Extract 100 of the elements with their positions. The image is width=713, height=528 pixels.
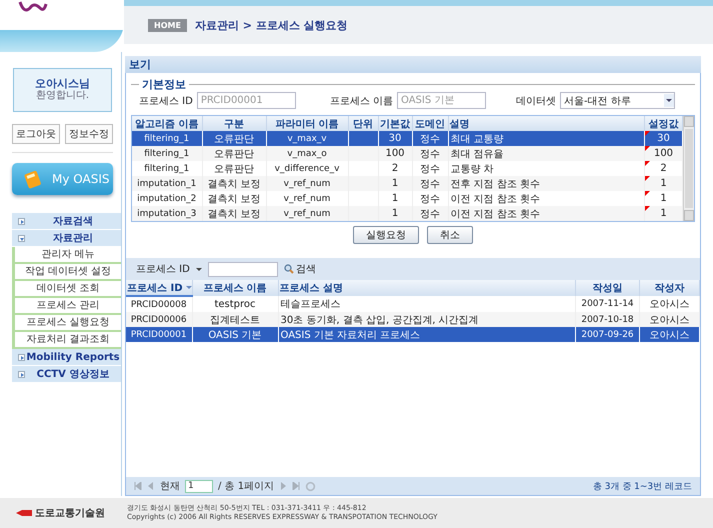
setting-value: 100 [654, 148, 674, 159]
caret-icon[interactable] [196, 268, 202, 270]
table-cell: filtering_1 [132, 146, 202, 161]
welcome-text: 환영합니다. [36, 90, 90, 102]
column-header[interactable]: 프로세스 이름 [192, 280, 278, 296]
submenu-item[interactable]: 자료처리 결과조회 [12, 332, 121, 349]
menu-item[interactable]: 자료관리 [12, 230, 121, 247]
column-header[interactable]: 알고리즘 이름 [132, 116, 202, 131]
previous-page-icon[interactable] [147, 482, 155, 490]
page-field[interactable]: 1 [185, 480, 213, 492]
account-button[interactable]: 로그아웃 [12, 124, 60, 144]
page-total: / 총 1페이지 [218, 480, 274, 493]
table-cell: 오류판단 [202, 131, 266, 146]
action-button[interactable]: 취소 [427, 226, 473, 244]
setting-value: 1 [660, 208, 667, 219]
table-row[interactable]: filtering_1 오류판단 v_max_v 30 정수 최대 교통량 30 [132, 131, 682, 146]
last-page-icon[interactable] [292, 482, 300, 490]
user-name: 오아시스님 [35, 78, 90, 90]
table-cell: 30 [378, 131, 412, 146]
column-header[interactable]: 작성자 [640, 280, 700, 296]
table-cell: 100 [378, 146, 412, 161]
column-header[interactable]: 단위 [348, 116, 378, 131]
table-cell: v_max_o [266, 146, 348, 161]
column-header[interactable]: 구분 [202, 116, 266, 131]
table-cell: 1 [378, 176, 412, 191]
submenu-item[interactable]: 데이터셋 조회 [12, 281, 121, 298]
field-label: 데이터셋 [516, 94, 556, 108]
search-field-label: 프로세스 ID [136, 263, 190, 276]
column-header[interactable]: 기본값 [378, 116, 412, 131]
table-cell: 결측치 보정 [202, 176, 266, 191]
logo-icon [16, 509, 32, 517]
submenu-item[interactable]: 관리자 메뉴 [12, 247, 121, 264]
setting-value: 30 [657, 133, 670, 144]
first-page-icon[interactable] [134, 482, 142, 490]
refresh-icon[interactable] [305, 480, 316, 492]
table-cell: v_ref_num [266, 176, 348, 191]
table-cell: PRCID00006 [126, 312, 192, 327]
table-cell: filtering_1 [132, 131, 202, 146]
table-cell: 집계테스트 [192, 312, 278, 327]
column-header[interactable]: 도메인 [412, 116, 448, 131]
table-cell: v_max_v [266, 131, 348, 146]
column-header[interactable]: 프로세스 설명 [278, 280, 576, 296]
expand-icon [18, 354, 25, 360]
table-cell: 오아시스 [640, 327, 700, 342]
search-field[interactable] [208, 262, 278, 276]
dataset-select[interactable]: 서울-대전 하루 [560, 92, 676, 109]
menu-item[interactable]: Mobility Reports [12, 349, 121, 366]
table-cell: PRCID00001 [126, 327, 192, 342]
next-page-icon[interactable] [279, 482, 288, 490]
table-cell: 전후 지점 참조 횟수 [448, 176, 644, 191]
setting-value: 2 [660, 163, 667, 174]
scrollbar[interactable] [683, 116, 694, 221]
page-label: 현재 [160, 480, 180, 493]
expand-icon [18, 370, 25, 378]
column-header[interactable]: 파라미터 이름 [266, 116, 348, 131]
table-row[interactable]: imputation_1 결측치 보정 v_ref_num 1 정수 전후 지점 참조 횟수 1 [132, 176, 682, 191]
table-cell: 정수 [412, 131, 448, 146]
field-label: 프로세스 이름 [330, 94, 394, 108]
expand-icon [18, 218, 25, 224]
submenu-item[interactable]: 프로세스 관리 [12, 298, 121, 315]
table-row[interactable]: PRCID00006 집계테스트 30초 동기화, 결측 삽입, 공간집계, 시간집계 2007-10-18 오아시스 [126, 312, 700, 327]
table-cell: 최대 교통량 [448, 131, 644, 146]
panel-title: 보기 [125, 56, 701, 73]
breadcrumb: 자료관리 > 프로세스 실행요청 [194, 18, 348, 32]
table-row[interactable]: imputation_3 결측치 보정 v_ref_num 1 정수 이전 지점 참조 횟수 1 [132, 206, 682, 221]
menu-item[interactable]: 자료검색 [12, 213, 121, 230]
record-summary: 총 3개 중 1~3번 레코드 [592, 480, 692, 492]
account-button[interactable]: 정보수정 [65, 124, 113, 144]
column-header[interactable]: 설정값 [644, 116, 682, 131]
table-row[interactable]: PRCID00001 OASIS 기본 OASIS 기본 자료처리 프로세스 2007-09-26 오아시스 [126, 327, 700, 342]
section-title: 기본정보 [141, 77, 187, 92]
logo-icon [18, 0, 48, 14]
table-cell: OASIS 기본 [192, 327, 278, 342]
field-label: 프로세스 ID [139, 94, 193, 108]
menu-item[interactable]: CCTV 영상정보 [12, 366, 121, 383]
search-icon [284, 264, 294, 274]
column-header[interactable]: 프로세스 ID [126, 280, 192, 296]
table-cell: 1 [378, 206, 412, 221]
table-cell: imputation_1 [132, 176, 202, 191]
table-cell: 최대 점유율 [448, 146, 644, 161]
table-cell: 오류판단 [202, 146, 266, 161]
submenu-item[interactable]: 프로세스 실행요청 [12, 315, 121, 332]
table-cell: 정수 [412, 206, 448, 221]
table-cell: v_ref_num [266, 206, 348, 221]
setting-value: 1 [660, 193, 667, 204]
table-cell: OASIS 기본 자료처리 프로세스 [278, 327, 576, 342]
table-row[interactable]: filtering_1 오류판단 v_max_o 100 정수 최대 점유율 100 [132, 146, 682, 161]
table-cell: imputation_3 [132, 206, 202, 221]
submenu-item[interactable]: 작업 데이터셋 설정 [12, 264, 121, 281]
search-button[interactable]: 검색 [284, 262, 316, 276]
table-cell: 정수 [412, 146, 448, 161]
action-button[interactable]: 실행요청 [353, 226, 419, 244]
table-cell: 오아시스 [640, 312, 700, 327]
setting-value: 1 [660, 178, 667, 189]
column-header[interactable]: 설명 [448, 116, 644, 131]
table-cell: 30초 동기화, 결측 삽입, 공간집계, 시간집계 [278, 312, 576, 327]
dropdown-icon [664, 94, 674, 107]
table-cell: 결측치 보정 [202, 206, 266, 221]
column-header[interactable]: 작성일 [576, 280, 640, 296]
table-cell: 2007-10-18 [576, 312, 640, 327]
